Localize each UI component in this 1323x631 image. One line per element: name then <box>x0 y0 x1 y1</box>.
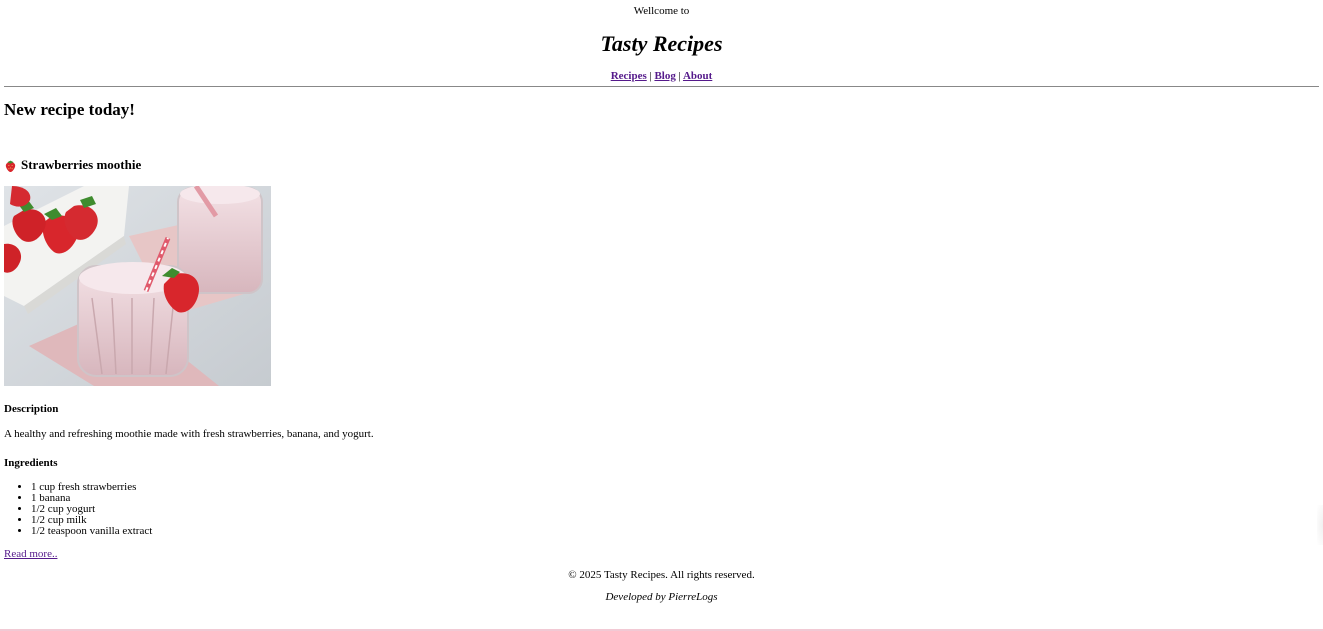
nav-link-blog[interactable]: Blog <box>654 70 675 82</box>
nav-link-recipes[interactable]: Recipes <box>611 70 647 82</box>
site-header: Wellcome to Tasty Recipes Recipes | Blog… <box>4 0 1319 87</box>
strawberry-smoothie-photo <box>4 186 271 386</box>
nav-link-about[interactable]: About <box>683 70 712 82</box>
list-item: 1/2 teaspoon vanilla extract <box>31 526 1319 537</box>
edge-shadow <box>1317 505 1323 545</box>
ingredients-list: 1 cup fresh strawberries 1 banana 1/2 cu… <box>4 482 1319 537</box>
main-content: New recipe today! Strawberries moothie D… <box>4 101 1319 560</box>
page: Wellcome to Tasty Recipes Recipes | Blog… <box>0 0 1323 603</box>
list-item: 1/2 cup milk <box>31 515 1319 526</box>
description-text: A healthy and refreshing moothie made wi… <box>4 428 374 440</box>
developer-credit: Developed by PierreLogs <box>605 591 718 603</box>
nav-separator: | <box>678 70 681 82</box>
recipe-card: Strawberries moothie Description A healt… <box>4 157 1319 560</box>
strawberry-icon <box>5 160 16 172</box>
section-heading: New recipe today! <box>4 100 135 119</box>
recipe-title-row: Strawberries moothie <box>4 157 1319 173</box>
description-label: Description <box>4 403 59 415</box>
recipe-title: Strawberries moothie <box>21 157 142 172</box>
list-item: 1 banana <box>31 493 1319 504</box>
welcome-text: Wellcome to <box>633 5 690 17</box>
ingredients-label: Ingredients <box>4 457 58 469</box>
list-item: 1 cup fresh strawberries <box>31 482 1319 493</box>
site-footer: © 2025 Tasty Recipes. All rights reserve… <box>4 569 1319 603</box>
header-divider <box>4 86 1319 87</box>
site-title: Tasty Recipes <box>600 31 723 56</box>
main-nav: Recipes | Blog | About <box>4 70 1319 82</box>
read-more-link[interactable]: Read more.. <box>4 548 57 560</box>
list-item: 1/2 cup yogurt <box>31 504 1319 515</box>
copyright-text: © 2025 Tasty Recipes. All rights reserve… <box>568 569 755 581</box>
nav-separator: | <box>649 70 652 82</box>
